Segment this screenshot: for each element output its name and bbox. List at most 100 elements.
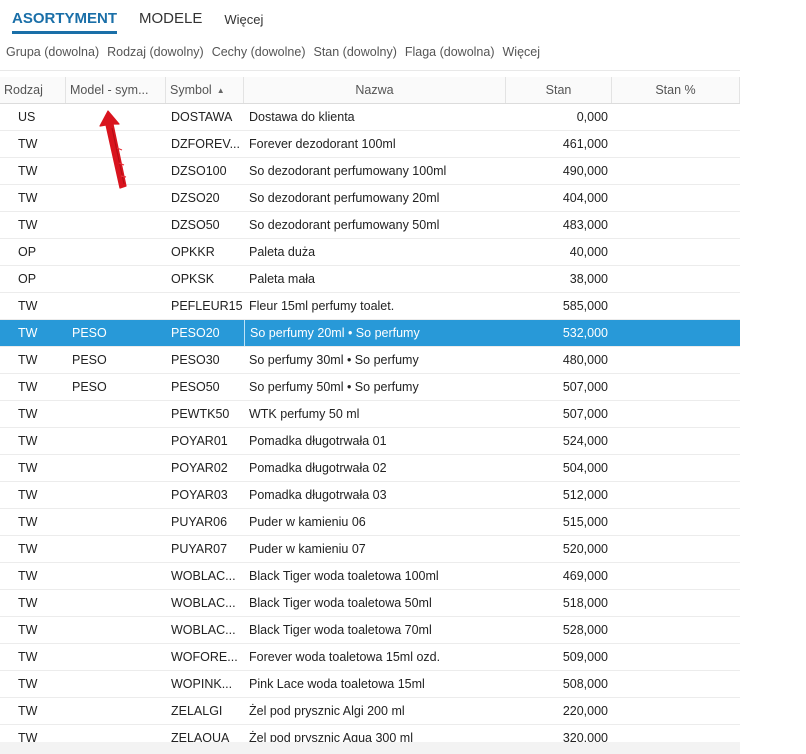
cell-symbol: DOSTAWA: [171, 110, 233, 124]
cell-stan: 524,000: [562, 434, 608, 448]
table-row[interactable]: TW PESO PESO30 So perfumy 30ml • So perfumy…: [0, 347, 740, 374]
cell-nazwa: So perfumy 50ml • So perfumy: [249, 380, 419, 394]
cell-nazwa: Forever woda toaletowa 15ml ozd.: [249, 650, 441, 664]
table-row[interactable]: TW WOBLAC... Black Tiger woda toaletowa 70…: [0, 617, 740, 644]
table-row[interactable]: TW ZELALGI Żel pod prysznic Algi 200 ml 220…: [0, 698, 740, 725]
cell-nazwa: Żel pod prysznic Algi 200 ml: [249, 704, 405, 718]
cell-rodzaj: TW: [18, 488, 38, 502]
cell-nazwa: Puder w kamieniu 07: [249, 542, 366, 556]
cell-nazwa: Pomadka długotrwała 03: [249, 488, 387, 502]
table-row[interactable]: TW POYAR01 Pomadka długotrwała 01 524,000: [0, 428, 740, 455]
cell-model: [66, 563, 166, 589]
cell-stan: 504,000: [562, 461, 608, 475]
cell-symbol: WOBLAC...: [171, 596, 236, 610]
table-row[interactable]: OP OPKKR Paleta duża 40,000: [0, 239, 740, 266]
table-row[interactable]: TW WOPINK... Pink Lace woda toaletowa 15ml…: [0, 671, 740, 698]
column-header-stan[interactable]: Stan: [506, 77, 612, 103]
cell-model: [66, 266, 166, 292]
column-header-rodzaj[interactable]: Rodzaj: [0, 77, 66, 103]
table-row[interactable]: TW WOBLAC... Black Tiger woda toaletowa 50…: [0, 590, 740, 617]
table-row[interactable]: TW POYAR03 Pomadka długotrwała 03 512,000: [0, 482, 740, 509]
filter-grupa[interactable]: Grupa (dowolna): [6, 45, 99, 59]
cell-model: PESO: [72, 380, 107, 394]
table-row[interactable]: OP OPKSK Paleta mała 38,000: [0, 266, 740, 293]
table-row[interactable]: TW PESO PESO20 So perfumy 20ml • So perfumy…: [0, 320, 740, 347]
cell-model: PESO: [72, 326, 107, 340]
cell-stan-pct: [612, 563, 740, 589]
tab-wiecej[interactable]: Więcej: [224, 12, 263, 34]
cell-symbol: OPKKR: [171, 245, 215, 259]
cell-stan: 461,000: [562, 137, 608, 151]
cell-stan-pct: [612, 293, 740, 319]
table-row[interactable]: TW DZSO20 So dezodorant perfumowany 20ml 40…: [0, 185, 740, 212]
cell-stan: 40,000: [569, 245, 608, 259]
cell-nazwa: Pomadka długotrwała 02: [249, 461, 387, 475]
tab-asortyment[interactable]: ASORTYMENT: [12, 10, 117, 34]
cell-model: [66, 401, 166, 427]
cell-nazwa: Pomadka długotrwała 01: [249, 434, 387, 448]
filter-cechy[interactable]: Cechy (dowolne): [212, 45, 306, 59]
table-row[interactable]: TW PUYAR06 Puder w kamieniu 06 515,000: [0, 509, 740, 536]
cell-nazwa: So dezodorant perfumowany 100ml: [249, 164, 447, 178]
cell-symbol: PEWTK50: [171, 407, 230, 421]
cell-stan: 490,000: [562, 164, 608, 178]
cell-stan: 38,000: [569, 272, 608, 286]
cell-model: [66, 455, 166, 481]
assortment-grid: Rodzaj Model - sym... Symbol ▲ Nazwa Stan…: [0, 77, 740, 752]
table-row[interactable]: TW DZSO100 So dezodorant perfumowany 100ml…: [0, 158, 740, 185]
cell-stan-pct: [612, 536, 740, 562]
table-row[interactable]: TW DZSO50 So dezodorant perfumowany 50ml 48…: [0, 212, 740, 239]
table-row[interactable]: TW POYAR02 Pomadka długotrwała 02 504,000: [0, 455, 740, 482]
cell-rodzaj: TW: [18, 542, 38, 556]
sort-ascending-icon: ▲: [216, 85, 225, 95]
cell-stan: 518,000: [562, 596, 608, 610]
filter-flaga[interactable]: Flaga (dowolna): [405, 45, 495, 59]
cell-stan: 483,000: [562, 218, 608, 232]
cell-symbol: PESO30: [171, 353, 220, 367]
grid-footer: [0, 742, 740, 754]
cell-nazwa: Black Tiger woda toaletowa 70ml: [249, 623, 432, 637]
cell-symbol: PESO50: [171, 380, 220, 394]
cell-rodzaj: TW: [18, 515, 38, 529]
table-row[interactable]: TW WOFORE... Forever woda toaletowa 15ml o…: [0, 644, 740, 671]
column-header-nazwa[interactable]: Nazwa: [244, 77, 506, 103]
cell-rodzaj: TW: [18, 461, 38, 475]
table-row[interactable]: TW WOBLAC... Black Tiger woda toaletowa 10…: [0, 563, 740, 590]
cell-symbol: PEFLEUR15: [171, 299, 243, 313]
table-row[interactable]: TW DZFOREV... Forever dezodorant 100ml 461,…: [0, 131, 740, 158]
column-header-symbol[interactable]: Symbol ▲: [166, 77, 244, 103]
cell-symbol: DZFOREV...: [171, 137, 240, 151]
cell-rodzaj: US: [18, 110, 36, 124]
cell-stan-pct: [612, 266, 740, 292]
cell-stan-pct: [612, 644, 740, 670]
cell-stan-pct: [612, 104, 740, 130]
filter-stan[interactable]: Stan (dowolny): [313, 45, 396, 59]
column-header-label: Rodzaj: [4, 83, 43, 97]
tab-modele[interactable]: MODELE: [139, 10, 202, 34]
cell-stan-pct: [612, 320, 740, 346]
table-row[interactable]: TW PUYAR07 Puder w kamieniu 07 520,000: [0, 536, 740, 563]
cell-stan: 507,000: [562, 407, 608, 421]
cell-stan: 532,000: [562, 326, 608, 340]
table-row[interactable]: TW PESO PESO50 So perfumy 50ml • So perfumy…: [0, 374, 740, 401]
table-row[interactable]: TW PEWTK50 WTK perfumy 50 ml 507,000: [0, 401, 740, 428]
cell-symbol: POYAR01: [171, 434, 228, 448]
column-header-stan-pct[interactable]: Stan %: [612, 77, 740, 103]
grid-body: US DOSTAWA Dostawa do klienta 0,000 TW DZFORE…: [0, 104, 740, 752]
cell-rodzaj: TW: [18, 353, 38, 367]
table-row[interactable]: TW PEFLEUR15 Fleur 15ml perfumy toalet. 585…: [0, 293, 740, 320]
cell-model: [66, 644, 166, 670]
column-header-model[interactable]: Model - sym...: [66, 77, 166, 103]
cell-stan-pct: [612, 374, 740, 400]
filter-rodzaj[interactable]: Rodzaj (dowolny): [107, 45, 204, 59]
table-row[interactable]: US DOSTAWA Dostawa do klienta 0,000: [0, 104, 740, 131]
filter-wiecej[interactable]: Więcej: [503, 45, 541, 59]
cell-symbol: DZSO50: [171, 218, 220, 232]
cell-model: [66, 131, 166, 157]
cell-stan: 585,000: [562, 299, 608, 313]
cell-rodzaj: TW: [18, 191, 38, 205]
cell-stan-pct: [612, 428, 740, 454]
cell-rodzaj: TW: [18, 218, 38, 232]
cell-stan-pct: [612, 590, 740, 616]
cell-symbol: OPKSK: [171, 272, 215, 286]
